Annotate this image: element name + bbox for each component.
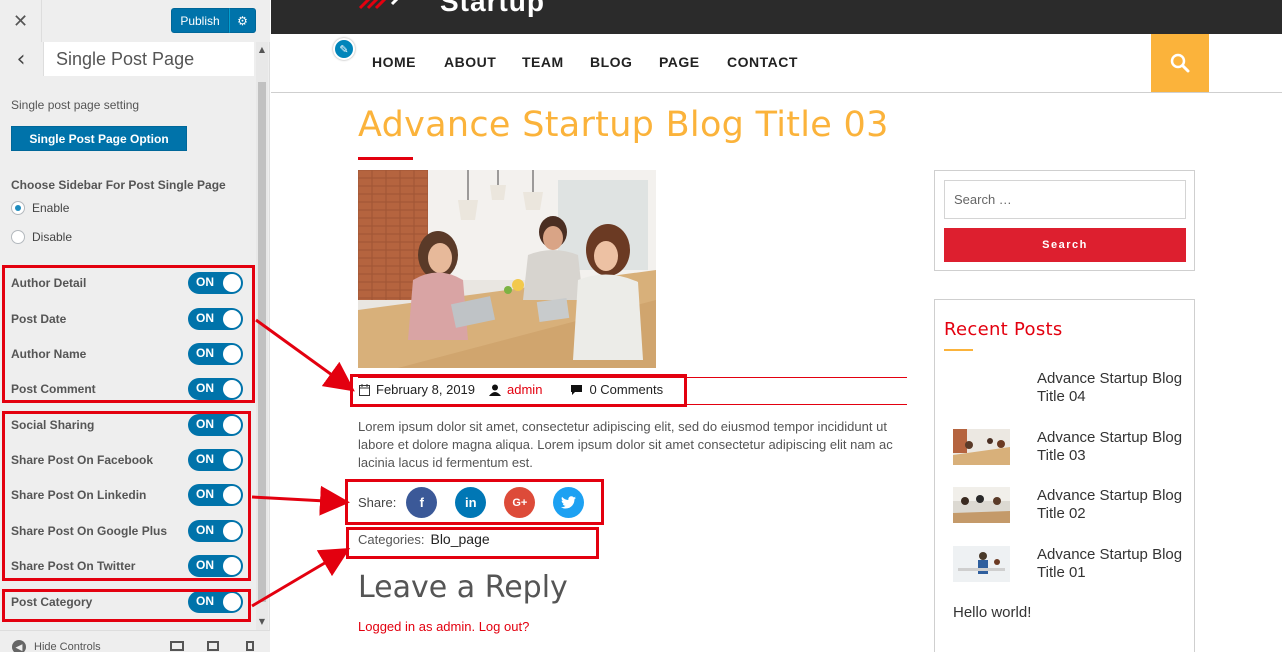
- sidebar-group-label: Choose Sidebar For Post Single Page: [11, 178, 226, 192]
- single-post-option-button[interactable]: Single Post Page Option: [11, 126, 187, 151]
- nav-contact[interactable]: CONTACT: [727, 54, 798, 70]
- recent-post-title[interactable]: Advance Startup Blog Title 03: [1037, 429, 1187, 465]
- recent-post-item[interactable]: Advance Startup Blog Title 03: [953, 429, 1182, 465]
- highlight-box-sharing: [2, 411, 251, 581]
- radio-label: Enable: [32, 201, 70, 215]
- post-featured-image[interactable]: [358, 170, 656, 368]
- site-header-bar: [271, 0, 1282, 34]
- nav-blog[interactable]: BLOG: [590, 54, 632, 70]
- logged-in-link[interactable]: Logged in as admin. Log out?: [358, 619, 529, 634]
- highlight-box-categories: [346, 527, 599, 559]
- setting-caption: Single post page setting: [11, 98, 140, 112]
- arrow-to-meta: [255, 318, 355, 392]
- radio-button[interactable]: [11, 230, 25, 244]
- recent-post-thumbnail[interactable]: [953, 546, 1010, 582]
- close-icon[interactable]: ✕: [0, 0, 42, 42]
- nav-team[interactable]: TEAM: [522, 54, 564, 70]
- highlight-box-author: [2, 265, 255, 403]
- title-underline: [358, 157, 413, 160]
- leave-reply-heading: Leave a Reply: [358, 570, 568, 605]
- desktop-preview-icon[interactable]: [170, 641, 184, 651]
- scroll-up-arrow-icon[interactable]: ▲: [256, 42, 268, 56]
- collapse-icon: ◀: [12, 640, 26, 652]
- recent-post-title[interactable]: Advance Startup Blog Title 01: [1037, 546, 1187, 582]
- nav-home[interactable]: HOME: [372, 54, 416, 70]
- recent-post-item[interactable]: Advance Startup Blog Title 02: [953, 487, 1182, 523]
- search-button[interactable]: Search: [944, 228, 1186, 262]
- recent-posts-underline: [944, 349, 973, 351]
- recent-posts-widget: [934, 299, 1195, 652]
- search-input[interactable]: Search …: [944, 180, 1186, 219]
- logo-mark-icon: [358, 0, 399, 10]
- recent-post-title[interactable]: Advance Startup Blog Title 04: [1037, 370, 1187, 406]
- scrollbar-thumb[interactable]: [258, 82, 266, 602]
- hello-world-link[interactable]: Hello world!: [953, 604, 1031, 621]
- publish-button[interactable]: Publish: [171, 8, 229, 33]
- nav-about[interactable]: ABOUT: [444, 54, 496, 70]
- highlight-box-share: [345, 479, 604, 525]
- tablet-preview-icon[interactable]: [207, 641, 219, 651]
- search-icon: [1170, 53, 1190, 73]
- hide-controls-button[interactable]: ◀ Hide Controls: [12, 640, 101, 652]
- recent-post-thumbnail[interactable]: [953, 487, 1010, 523]
- recent-posts-title: Recent Posts: [944, 319, 1063, 340]
- edit-pencil-icon[interactable]: ✎: [333, 38, 355, 60]
- nav-search-button[interactable]: [1151, 34, 1209, 92]
- highlight-box-meta: [350, 374, 687, 407]
- section-title: Single Post Page: [43, 42, 254, 76]
- radio-label: Disable: [32, 230, 73, 244]
- radio-enable[interactable]: Enable: [11, 201, 69, 215]
- recent-post-thumbnail[interactable]: [953, 429, 1010, 465]
- radio-button[interactable]: [11, 201, 25, 215]
- scroll-down-arrow-icon[interactable]: ▼: [256, 614, 268, 628]
- nav-page[interactable]: PAGE: [659, 54, 700, 70]
- recent-post-item[interactable]: Advance Startup Blog Title 01: [953, 546, 1182, 582]
- gear-icon[interactable]: ⚙: [229, 8, 256, 33]
- radio-disable[interactable]: Disable: [11, 230, 72, 244]
- post-excerpt: Lorem ipsum dolor sit amet, consectetur …: [358, 419, 893, 470]
- recent-post-title[interactable]: Advance Startup Blog Title 02: [1037, 487, 1187, 523]
- site-logo[interactable]: Startup: [440, 0, 545, 18]
- back-arrow-icon[interactable]: ‹: [0, 42, 42, 76]
- post-title: Advance Startup Blog Title 03: [358, 105, 889, 145]
- mobile-preview-icon[interactable]: [246, 641, 254, 651]
- hide-controls-label: Hide Controls: [34, 641, 101, 652]
- highlight-box-category: [2, 589, 251, 622]
